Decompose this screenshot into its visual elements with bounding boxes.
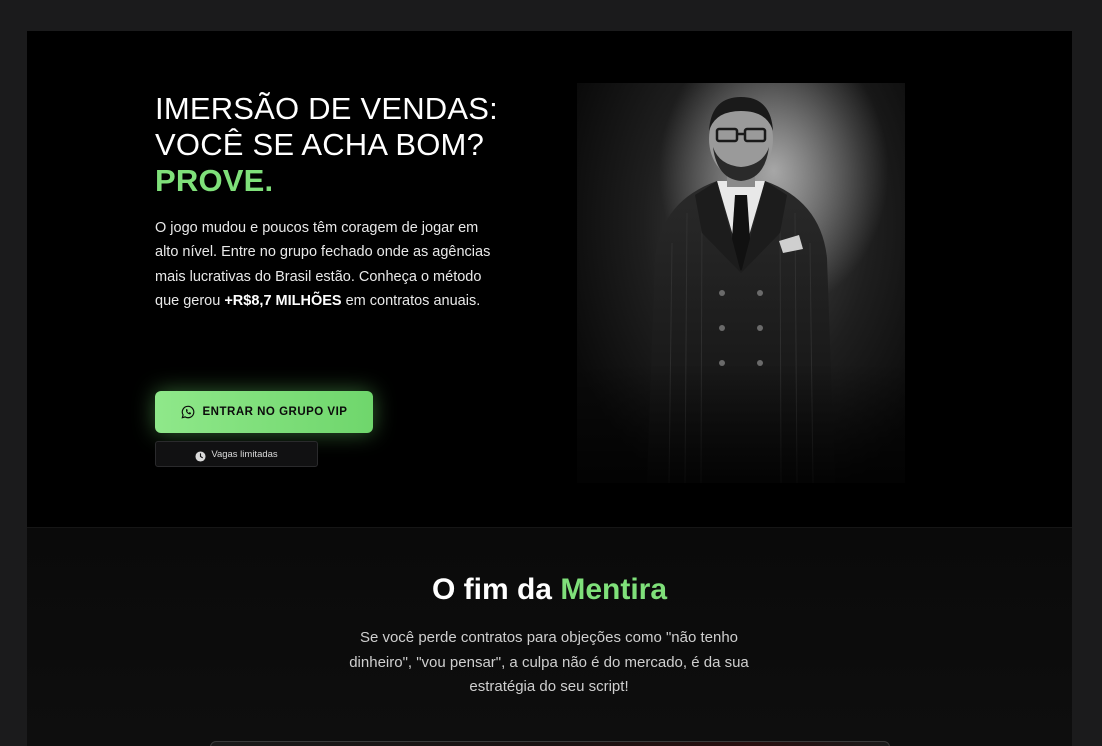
end-of-lie-section: O fim da Mentira Se você perde contratos… — [27, 527, 1072, 746]
hero-description-highlight: +R$8,7 MILHÕES — [224, 292, 342, 309]
section-description: Se você perde contratos para objeções co… — [349, 629, 749, 695]
landing-page: IMERSÃO DE VENDAS: VOCÊ SE ACHA BOM? PRO… — [27, 31, 1072, 746]
hero-title: IMERSÃO DE VENDAS: VOCÊ SE ACHA BOM? PRO… — [155, 91, 535, 199]
hero-description-end: em contratos anuais. — [341, 292, 481, 309]
join-vip-group-button[interactable]: ENTRAR NO GRUPO VIP — [155, 391, 373, 433]
hero-title-line-1: IMERSÃO DE VENDAS: — [155, 91, 498, 126]
clock-icon — [195, 449, 206, 462]
hero-title-line-2: VOCÊ SE ACHA BOM? — [155, 127, 485, 162]
whatsapp-icon — [181, 405, 195, 419]
limited-spots-label: Vagas limitadas — [211, 448, 278, 460]
content-card-top-edge — [210, 741, 890, 746]
hero-title-accent: PROVE. — [155, 163, 274, 198]
limited-spots-badge: Vagas limitadas — [155, 441, 318, 467]
hero-description: O jogo mudou e poucos têm coragem de jog… — [155, 216, 505, 313]
hero-section: IMERSÃO DE VENDAS: VOCÊ SE ACHA BOM? PRO… — [27, 31, 1072, 527]
join-vip-group-label: ENTRAR NO GRUPO VIP — [202, 406, 348, 418]
speaker-portrait — [577, 83, 905, 483]
section-title-accent: Mentira — [560, 573, 668, 606]
section-title-prefix: O fim da — [431, 573, 561, 606]
section-title: O fim da Mentira — [27, 570, 1072, 610]
